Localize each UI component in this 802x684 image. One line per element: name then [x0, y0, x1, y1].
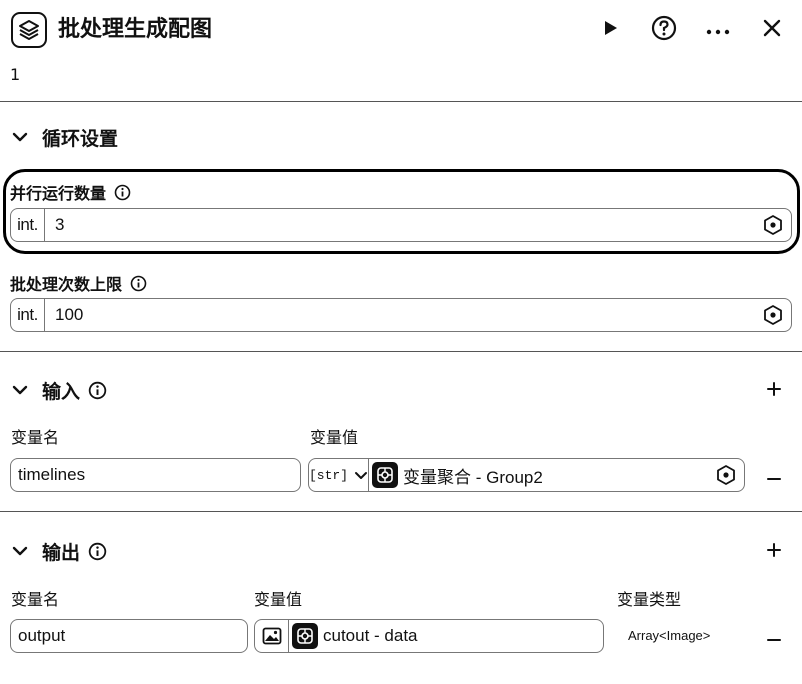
inputs-header[interactable]: 输入 — [10, 374, 107, 406]
plus-icon — [766, 542, 782, 562]
input-value-field[interactable]: [str] 变量聚合 - Group2 — [308, 458, 745, 492]
chevron-down-icon — [10, 380, 30, 400]
panel-header: 批处理生成配图 — [0, 0, 802, 62]
help-button[interactable] — [648, 14, 680, 46]
concurrency-label: 并行运行数量 — [10, 180, 131, 204]
variable-aggregator-icon — [372, 462, 398, 488]
column-header-name: 变量名 — [11, 428, 60, 447]
add-output-button[interactable] — [762, 540, 786, 564]
column-header-value: 变量值 — [310, 428, 359, 447]
play-icon — [601, 19, 619, 41]
close-button[interactable] — [756, 14, 788, 46]
info-icon[interactable] — [130, 275, 147, 292]
close-icon — [762, 18, 782, 42]
image-type-icon — [255, 620, 289, 652]
minus-icon — [766, 466, 782, 485]
type-selector[interactable]: [str] — [309, 459, 369, 491]
variable-reference[interactable]: cutout - data — [289, 620, 603, 652]
variable-reference[interactable]: 变量聚合 - Group2 — [369, 459, 712, 491]
type-tag: int. — [11, 299, 45, 331]
output-value-field[interactable]: cutout - data — [254, 619, 604, 653]
reference-icon[interactable] — [759, 214, 787, 236]
info-icon[interactable] — [88, 542, 107, 561]
column-header-name: 变量名 — [11, 590, 60, 609]
remove-output-button[interactable] — [762, 624, 786, 648]
cutout-node-icon — [292, 623, 318, 649]
help-icon — [651, 15, 677, 45]
info-icon[interactable] — [88, 381, 107, 400]
outputs-header[interactable]: 输出 — [10, 535, 107, 567]
more-icon — [705, 21, 731, 40]
concurrency-label-text: 并行运行数量 — [10, 184, 107, 203]
divider — [0, 351, 802, 352]
batch-limit-label: 批处理次数上限 — [10, 271, 147, 295]
chevron-down-icon — [354, 471, 368, 480]
type-tag: [str] — [309, 467, 349, 483]
output-name-value: output — [18, 626, 66, 645]
chevron-down-icon — [10, 127, 30, 147]
info-icon[interactable] — [114, 184, 131, 201]
section-title: 输入 — [42, 380, 81, 403]
plus-icon — [766, 381, 782, 401]
reference-icon[interactable] — [712, 464, 740, 486]
output-name-field[interactable]: output — [10, 619, 248, 653]
loop-settings-header[interactable]: 循环设置 — [10, 121, 118, 153]
node-description: 1 — [10, 65, 21, 84]
type-tag: int. — [11, 209, 45, 241]
output-type-value: Array<Image> — [628, 628, 711, 643]
batch-limit-value[interactable]: 100 — [45, 305, 759, 325]
play-button[interactable] — [594, 14, 626, 46]
remove-input-button[interactable] — [762, 463, 786, 487]
reference-text: cutout - data — [323, 626, 418, 645]
reference-icon[interactable] — [759, 304, 787, 326]
reference-text: 变量聚合 - Group2 — [403, 467, 543, 487]
input-name-value: timelines — [18, 465, 86, 484]
divider — [0, 511, 802, 512]
section-title: 循环设置 — [42, 127, 119, 150]
chevron-down-icon — [10, 541, 30, 561]
divider — [0, 101, 802, 102]
minus-icon — [766, 627, 782, 646]
more-button[interactable] — [702, 14, 734, 46]
batch-limit-field[interactable]: int. 100 — [10, 298, 792, 332]
page-title: 批处理生成配图 — [58, 17, 213, 42]
column-header-value: 变量值 — [254, 590, 303, 609]
column-header-type: 变量类型 — [617, 590, 682, 609]
concurrency-field[interactable]: int. 3 — [10, 208, 792, 242]
concurrency-value[interactable]: 3 — [45, 215, 759, 235]
section-title: 输出 — [42, 541, 81, 564]
batch-limit-label-text: 批处理次数上限 — [10, 275, 123, 294]
input-name-field[interactable]: timelines — [10, 458, 301, 492]
layers-icon — [11, 12, 47, 48]
add-input-button[interactable] — [762, 379, 786, 403]
